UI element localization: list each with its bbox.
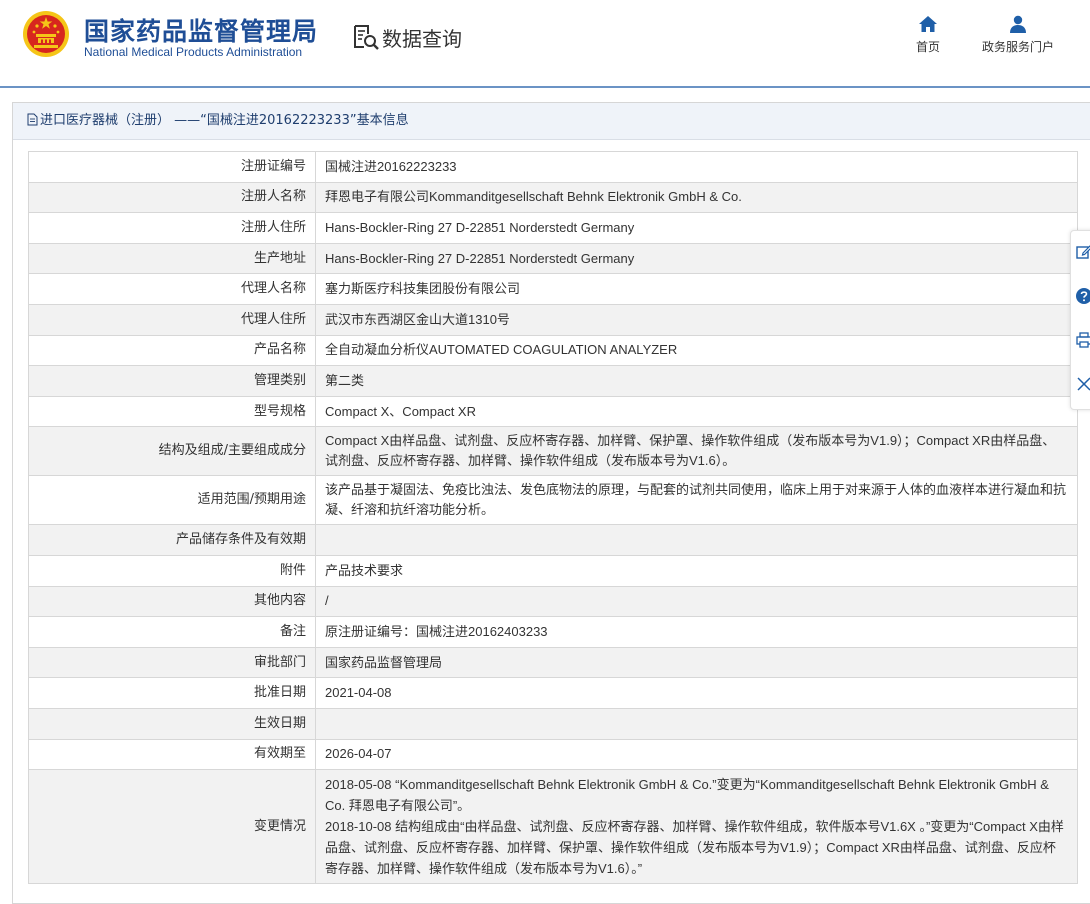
edit-icon[interactable] — [1075, 243, 1090, 261]
table-row: 生效日期 — [28, 707, 1078, 740]
row-value: Hans-Bockler-Ring 27 D-22851 Norderstedt… — [315, 212, 1078, 244]
site-header: 国家药品监督管理局 National Medical Products Admi… — [0, 0, 1090, 88]
document-icon — [27, 113, 38, 126]
site-title-en: National Medical Products Administration — [84, 45, 303, 59]
table-row: 代理人住所 武汉市东西湖区金山大道1310号 — [28, 303, 1078, 336]
row-label: 批准日期 — [28, 677, 316, 709]
row-value: 原注册证编号：国械注进20162403233 — [315, 616, 1078, 648]
row-label: 生效日期 — [28, 707, 316, 740]
table-row: 结构及组成/主要组成成分 Compact X由样品盘、试剂盘、反应杯寄存器、加样臂… — [28, 426, 1078, 477]
row-value: 2021-04-08 — [315, 677, 1078, 709]
data-query-label: 数据查询 — [382, 26, 462, 51]
table-row: 附件 产品技术要求 — [28, 554, 1078, 587]
row-value — [315, 707, 1078, 740]
table-row: 批准日期 2021-04-08 — [28, 677, 1078, 709]
nav-service-portal[interactable]: 政务服务门户 — [978, 14, 1058, 55]
row-value — [315, 524, 1078, 556]
row-value: 塞力斯医疗科技集团股份有限公司 — [315, 273, 1078, 305]
detail-panel: 进口医疗器械（注册） ——“国械注进20162223233”基本信息 注册证编号… — [12, 102, 1090, 904]
row-value: 该产品基于凝固法、免疫比浊法、发色底物法的原理，与配套的试剂共同使用，临床上用于… — [315, 475, 1078, 526]
search-document-icon — [354, 25, 379, 50]
row-label: 管理类别 — [28, 365, 316, 397]
national-emblem-icon — [23, 11, 69, 57]
close-icon[interactable] — [1075, 375, 1090, 393]
row-value: 2026-04-07 — [315, 738, 1078, 771]
table-row: 注册人住所 Hans-Bockler-Ring 27 D-22851 Norder… — [28, 212, 1078, 244]
row-label: 注册证编号 — [28, 151, 316, 183]
home-icon — [919, 16, 937, 32]
row-value: / — [315, 585, 1078, 618]
row-label: 适用范围/预期用途 — [28, 475, 316, 526]
user-icon — [1010, 15, 1026, 33]
nav-home-label: 首页 — [915, 40, 940, 54]
table-row: 适用范围/预期用途 该产品基于凝固法、免疫比浊法、发色底物法的原理，与配套的试剂共… — [28, 475, 1078, 526]
row-value: Hans-Bockler-Ring 27 D-22851 Norderstedt… — [315, 242, 1078, 275]
table-row: 产品名称 全自动凝血分析仪AUTOMATED COAGULATION ANALYZ… — [28, 334, 1078, 367]
panel-title-bar: 进口医疗器械（注册） ——“国械注进20162223233”基本信息 — [13, 103, 1090, 140]
row-value: Compact X、Compact XR — [315, 395, 1078, 428]
site-title-cn: 国家药品监督管理局 — [84, 17, 319, 46]
table-row: 生产地址 Hans-Bockler-Ring 27 D-22851 Norders… — [28, 242, 1078, 275]
row-value: 武汉市东西湖区金山大道1310号 — [315, 303, 1078, 336]
nav-home[interactable]: 首页 — [912, 14, 944, 55]
row-label: 变更情况 — [28, 769, 316, 885]
change-history: 2018-05-08 “Kommanditgesellschaft Behnk … — [315, 769, 1078, 885]
row-value: 拜恩电子有限公司Kommanditgesellschaft Behnk Elek… — [315, 181, 1078, 214]
change-entry: 2018-10-08 结构组成由“由样品盘、试剂盘、反应杯寄存器、加样臂、操作软… — [325, 819, 1064, 877]
row-value: Compact X由样品盘、试剂盘、反应杯寄存器、加样臂、保护罩、操作软件组成（… — [315, 426, 1078, 477]
table-row: 注册人名称 拜恩电子有限公司Kommanditgesellschaft Behnk… — [28, 181, 1078, 214]
help-icon[interactable] — [1075, 287, 1090, 305]
table-row: 代理人名称 塞力斯医疗科技集团股份有限公司 — [28, 273, 1078, 305]
change-entry: 2018-05-08 “Kommanditgesellschaft Behnk … — [325, 777, 1049, 814]
row-label: 结构及组成/主要组成成分 — [28, 426, 316, 477]
row-label: 注册人住所 — [28, 212, 316, 244]
row-label: 附件 — [28, 554, 316, 587]
row-label: 生产地址 — [28, 242, 316, 275]
row-label: 型号规格 — [28, 395, 316, 428]
row-label: 产品名称 — [28, 334, 316, 367]
row-label: 代理人住所 — [28, 303, 316, 336]
table-row: 变更情况 2018-05-08 “Kommanditgesellschaft B… — [28, 769, 1078, 885]
row-label: 其他内容 — [28, 585, 316, 618]
nav-service-portal-label: 政务服务门户 — [981, 40, 1054, 54]
row-label: 审批部门 — [28, 646, 316, 679]
print-icon[interactable] — [1075, 331, 1090, 349]
table-row: 产品储存条件及有效期 — [28, 524, 1078, 556]
table-row: 审批部门 国家药品监督管理局 — [28, 646, 1078, 679]
row-value: 产品技术要求 — [315, 554, 1078, 587]
row-label: 代理人名称 — [28, 273, 316, 305]
panel-title: 进口医疗器械（注册） ——“国械注进20162223233”基本信息 — [40, 113, 409, 128]
table-row: 管理类别 第二类 — [28, 365, 1078, 397]
row-label: 注册人名称 — [28, 181, 316, 214]
table-row: 备注 原注册证编号：国械注进20162403233 — [28, 616, 1078, 648]
row-label: 有效期至 — [28, 738, 316, 771]
table-row: 有效期至 2026-04-07 — [28, 738, 1078, 771]
data-query-link[interactable]: 数据查询 — [352, 22, 462, 52]
table-row: 其他内容 / — [28, 585, 1078, 618]
row-value: 国家药品监督管理局 — [315, 646, 1078, 679]
row-value: 第二类 — [315, 365, 1078, 397]
row-label: 备注 — [28, 616, 316, 648]
registration-info-table: 注册证编号 国械注进20162223233 注册人名称 拜恩电子有限公司Komman… — [28, 151, 1078, 885]
floating-toolbar — [1070, 230, 1090, 410]
table-row: 型号规格 Compact X、Compact XR — [28, 395, 1078, 428]
row-value: 国械注进20162223233 — [315, 151, 1078, 183]
row-label: 产品储存条件及有效期 — [28, 524, 316, 556]
table-row: 注册证编号 国械注进20162223233 — [28, 151, 1078, 183]
row-value: 全自动凝血分析仪AUTOMATED COAGULATION ANALYZER — [315, 334, 1078, 367]
